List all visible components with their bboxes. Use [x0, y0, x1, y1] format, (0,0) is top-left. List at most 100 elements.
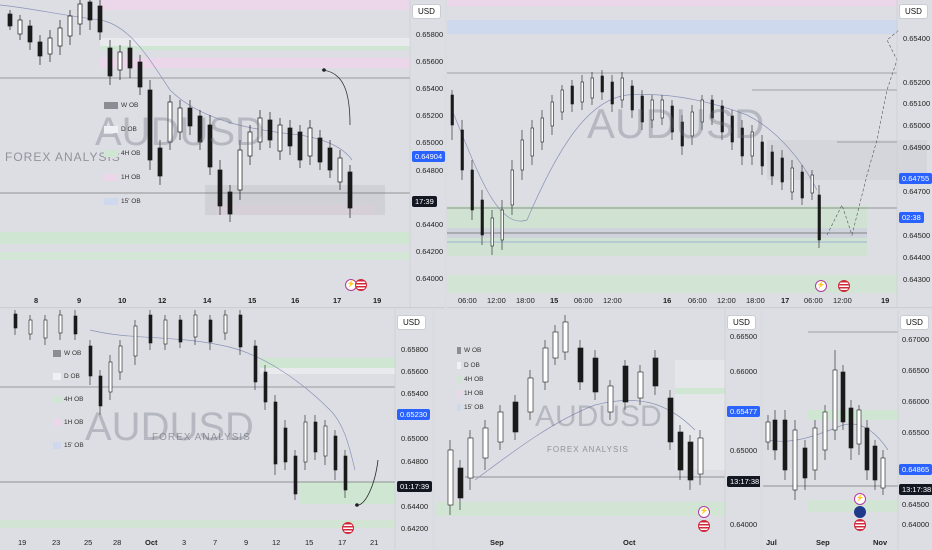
time-tick: 17 [333, 296, 342, 305]
legend-swatch [457, 362, 461, 369]
price-tick: 0.66000 [730, 367, 758, 376]
us-flag-icon[interactable] [698, 520, 710, 532]
chart-canvas-2[interactable] [447, 0, 932, 308]
chart-panel-1[interactable]: FOREX ANALYSIS AUDUSD W OB D OB 4H OB 1H… [0, 0, 445, 308]
price-tick: 0.64800 [401, 457, 429, 466]
time-tick: 15 [305, 538, 314, 547]
price-tick: 0.65400 [903, 34, 931, 43]
price-tick: 0.64000 [902, 520, 930, 529]
price-tick: 0.64200 [416, 247, 444, 256]
ob-zone-green [0, 232, 410, 244]
legend-label: D OB [121, 126, 137, 134]
price-tick: 0.65000 [416, 138, 444, 147]
legend-label: W OB [121, 102, 139, 110]
time-tick: 15 [248, 296, 257, 305]
last-price-badge: 0.65477 [727, 406, 760, 417]
time-tick: 28 [113, 538, 122, 547]
price-tick: 0.65000 [903, 121, 931, 130]
legend-label: 15' OB [64, 442, 84, 450]
legend-4h-ob: 4H OB [457, 376, 484, 383]
chart-panel-5[interactable]: USD 0.67000 0.66500 0.66000 0.65500 0.64… [763, 310, 932, 550]
time-tick: 12 [158, 296, 167, 305]
legend-swatch [457, 390, 461, 397]
price-tick: 0.65000 [401, 434, 429, 443]
currency-button[interactable]: USD [397, 315, 426, 330]
chart-panel-4[interactable]: FOREX ANALYSIS AUDUSD W OB D OB 4H OB 1H… [435, 310, 760, 550]
legend-label: 4H OB [121, 150, 141, 158]
legend-label: 4H OB [464, 376, 484, 384]
currency-button[interactable]: USD [727, 315, 756, 330]
price-tick: 0.65600 [401, 367, 429, 376]
legend-label: W OB [64, 350, 82, 358]
price-tick: 0.64400 [416, 220, 444, 229]
legend-15-ob: 15' OB [53, 442, 84, 449]
legend-swatch [457, 347, 461, 354]
price-tick: 0.65400 [401, 389, 429, 398]
ob-zone-pink [447, 0, 897, 6]
legend-d-ob: D OB [457, 362, 480, 369]
price-tick: 0.64500 [902, 500, 930, 509]
time-tick: Oct [145, 538, 158, 547]
price-tick: 0.65400 [416, 84, 444, 93]
time-tick: Nov [873, 538, 888, 547]
time-tick: 21 [370, 538, 379, 547]
time-tick: 12:00 [487, 296, 506, 305]
chart-panel-3[interactable]: AUDUSD FOREX ANALYSIS W OB D OB 4H OB 1H… [0, 310, 432, 550]
price-tick: 0.64000 [730, 520, 758, 529]
us-flag-icon[interactable] [342, 522, 354, 534]
time-tick: 12:00 [603, 296, 622, 305]
time-tick: 06:00 [688, 296, 707, 305]
time-tick: 12:00 [833, 296, 852, 305]
legend-label: D OB [64, 373, 80, 381]
lightning-icon[interactable]: ⚡ [854, 493, 866, 505]
chart-panel-2[interactable]: AUDUSD USD 0.65400 0.65200 0.65100 0.650… [447, 0, 932, 308]
price-tick: 0.65800 [416, 30, 444, 39]
legend-swatch [457, 404, 461, 411]
price-tick: 0.64200 [401, 524, 429, 533]
legend-15-ob: 15' OB [104, 198, 141, 205]
currency-button[interactable]: USD [899, 4, 928, 19]
us-flag-icon[interactable] [854, 519, 866, 531]
price-tick: 0.64400 [903, 253, 931, 262]
price-tick: 0.65200 [903, 78, 931, 87]
time-tick: 7 [213, 538, 218, 547]
legend-swatch [53, 373, 61, 380]
lightning-icon[interactable]: ⚡ [698, 506, 710, 518]
ob-zone-pink [100, 0, 410, 10]
watermark-brand: FOREX ANALYSIS [547, 445, 629, 454]
currency-button[interactable]: USD [900, 315, 929, 330]
time-tick: 10 [118, 296, 127, 305]
time-tick: Sep [816, 538, 830, 547]
legend-w-ob: W OB [457, 347, 481, 354]
lightning-icon[interactable]: ⚡ [815, 280, 827, 292]
time-tick: 06:00 [574, 296, 593, 305]
us-flag-icon[interactable] [355, 279, 367, 291]
time-tick: 17 [338, 538, 347, 547]
price-tick: 0.66500 [730, 332, 758, 341]
price-tick: 0.67000 [902, 335, 930, 344]
legend-label: D OB [464, 362, 480, 370]
last-price-badge: 0.64865 [899, 464, 932, 475]
time-tick: 16 [291, 296, 300, 305]
currency-button[interactable]: USD [412, 4, 441, 19]
time-tick: 23 [52, 538, 61, 547]
legend-label: 15' OB [464, 404, 484, 412]
watermark-pair: AUDUSD [587, 100, 765, 147]
price-tick: 0.66500 [902, 366, 930, 375]
legend-1h-ob: 1H OB [53, 419, 84, 426]
time-tick: 19 [881, 296, 890, 305]
legend-swatch [104, 174, 118, 181]
price-tick: 0.64300 [903, 275, 931, 284]
countdown-badge: 01:17:39 [397, 481, 432, 492]
price-tick: 0.64400 [401, 502, 429, 511]
price-tick: 0.65200 [416, 111, 444, 120]
legend-1h-ob: 1H OB [104, 174, 141, 181]
legend-swatch [53, 442, 61, 449]
legend-15-ob: 15' OB [457, 404, 484, 411]
legend-label: 1H OB [64, 419, 84, 427]
us-flag-icon[interactable] [838, 280, 850, 292]
legend-d-ob: D OB [104, 126, 137, 133]
time-tick: 16 [663, 296, 672, 305]
countdown-badge: 17:39 [412, 196, 437, 207]
au-flag-icon[interactable] [854, 506, 866, 518]
